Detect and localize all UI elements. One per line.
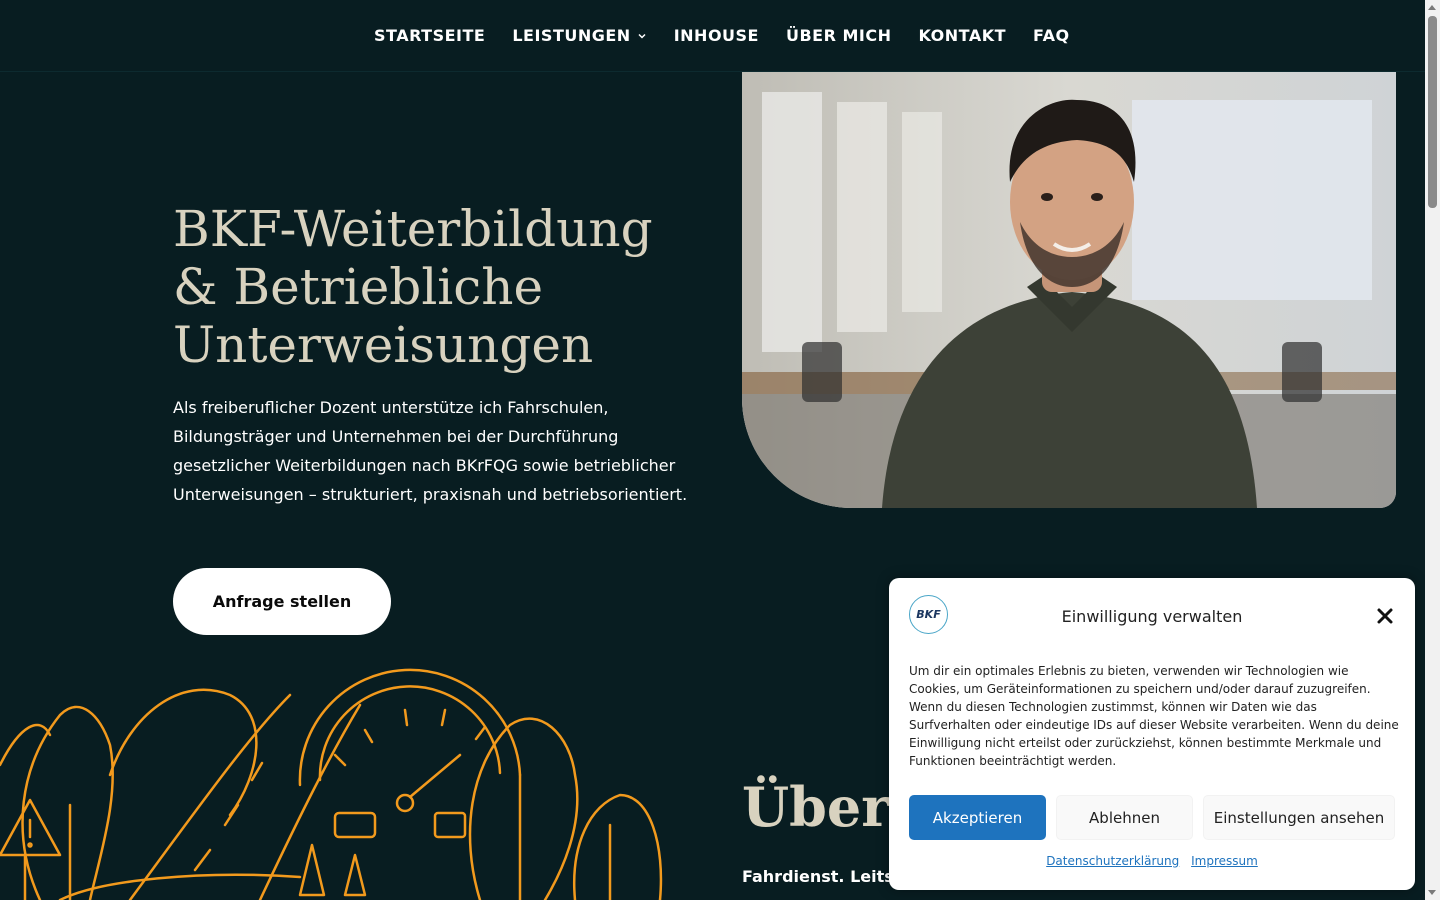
road-speedometer-illustration [0,668,663,900]
about-heading: Über [742,775,890,839]
nav-item-startseite[interactable]: STARTSEITE [374,26,485,45]
nav-item-leistungen[interactable]: LEISTUNGEN [512,26,646,45]
main-navigation: STARTSEITE LEISTUNGEN INHOUSE ÜBER MICH … [0,0,1425,72]
portrait-photo [742,72,1396,508]
hero-description: Als freiberuflicher Dozent unterstütze i… [173,398,688,504]
nav-item-label: INHOUSE [673,26,759,45]
cookie-dialog-title: Einwilligung verwalten [1061,607,1243,626]
cookie-dialog-links: Datenschutzerklärung Impressum [889,854,1415,868]
nav-item-inhouse[interactable]: INHOUSE [674,26,759,45]
nav-item-kontakt[interactable]: KONTAKT [919,26,1007,45]
nav-item-label: STARTSEITE [374,26,486,45]
privacy-policy-link[interactable]: Datenschutzerklärung [1046,854,1179,868]
scroll-down-arrow-icon[interactable] [1428,890,1436,895]
nav-menu: STARTSEITE LEISTUNGEN INHOUSE ÜBER MICH … [374,26,1097,45]
scrollbar-thumb[interactable] [1428,16,1437,208]
nav-item-label: ÜBER MICH [785,26,892,45]
hero-title-line: BKF-Weiterbildung [173,200,653,258]
chevron-down-icon [638,33,646,39]
imprint-link[interactable]: Impressum [1191,854,1258,868]
portrait-image [742,72,1396,508]
about-subline: Fahrdienst. Leits [742,867,894,886]
accept-button[interactable]: Akzeptieren [909,795,1046,840]
hero-title: BKF-Weiterbildung & Betriebliche Unterwe… [173,200,693,374]
view-preferences-button[interactable]: Einstellungen ansehen [1203,795,1395,840]
deny-button[interactable]: Ablehnen [1056,795,1193,840]
hero-title-line: Unterweisungen [173,316,594,374]
cookie-dialog-message: Um dir ein optimales Erlebnis zu bieten,… [909,664,1399,768]
close-icon[interactable] [1376,607,1394,625]
nav-item-label: FAQ [1033,26,1070,45]
hero-title-line: & Betriebliche [173,258,544,316]
nav-item-label: LEISTUNGEN [512,26,631,45]
scroll-up-arrow-icon[interactable] [1428,5,1436,10]
page-scrollbar[interactable] [1425,0,1440,900]
nav-item-faq[interactable]: FAQ [1033,26,1070,45]
nav-item-label: KONTAKT [918,26,1007,45]
cookie-consent-dialog: BKF Einwilligung verwalten Um dir ein op… [889,578,1415,890]
nav-item-ueber-mich[interactable]: ÜBER MICH [786,26,892,45]
request-button[interactable]: Anfrage stellen [173,568,391,635]
